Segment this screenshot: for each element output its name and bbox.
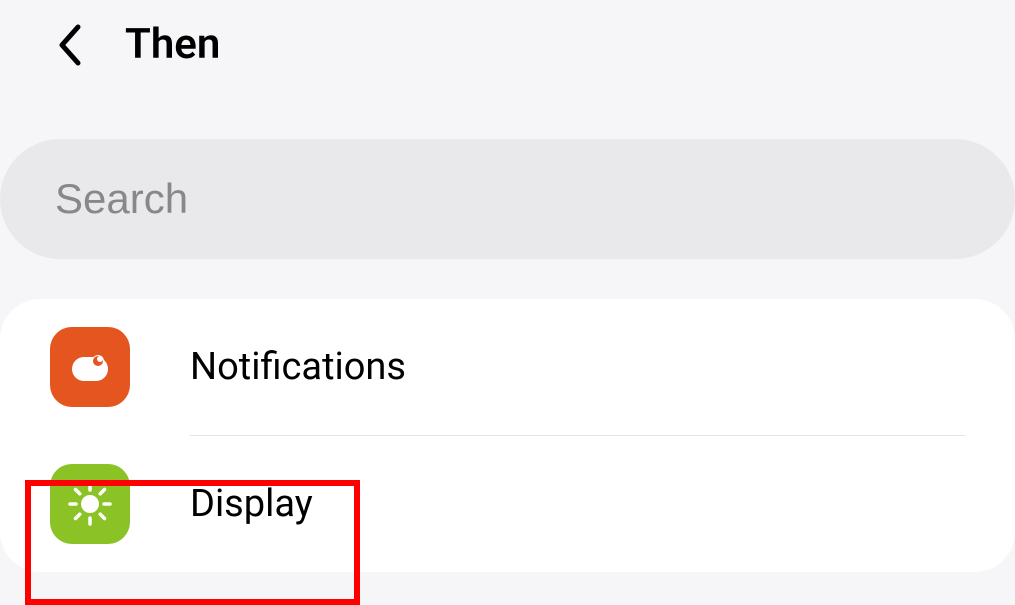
- notifications-icon: [50, 327, 130, 407]
- list-item-label: Notifications: [190, 345, 406, 389]
- search-container: [0, 139, 1015, 259]
- back-icon: [56, 23, 84, 67]
- settings-list: Notifications Display: [0, 299, 1015, 572]
- list-item-label: Display: [190, 482, 313, 526]
- list-item-notifications[interactable]: Notifications: [0, 299, 1015, 435]
- header: Then: [0, 0, 1015, 89]
- back-button[interactable]: [50, 25, 90, 65]
- list-item-display[interactable]: Display: [0, 436, 1015, 572]
- search-input[interactable]: [0, 139, 1015, 259]
- display-icon: [50, 464, 130, 544]
- page-title: Then: [125, 20, 220, 69]
